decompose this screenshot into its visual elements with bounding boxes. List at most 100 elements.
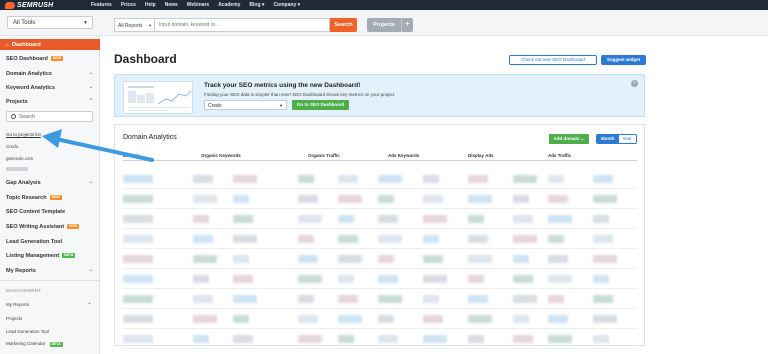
redacted-cell (513, 195, 529, 203)
redacted-cell (193, 315, 217, 323)
sidebar-item-gap-analysis[interactable]: Gap Analysis ⌄ (0, 177, 100, 188)
redacted-cell (233, 235, 257, 243)
nav-link-blog[interactable]: Blog ▾ (249, 2, 264, 8)
reports-select[interactable]: All Reports ▼ (114, 18, 155, 32)
tools-select[interactable]: All Tools ▼ (7, 16, 93, 29)
add-domain-button[interactable]: Add domain ... (549, 134, 589, 144)
nav-link-company[interactable]: Company ▾ (273, 2, 300, 8)
sidebar-item-label: Gap Analysis (6, 179, 41, 186)
sidebar-item-listing-management[interactable]: Listing Management BETA (0, 250, 100, 261)
period-toggle: Month Year (596, 134, 637, 144)
period-month-button[interactable]: Month (597, 135, 619, 143)
redacted-cell (548, 275, 572, 283)
column-header-organic-traffic[interactable]: Organic Traffic (308, 153, 340, 158)
redacted-cell (298, 315, 318, 323)
nav-link-help[interactable]: Help (145, 2, 156, 8)
add-project-icon[interactable]: + (401, 18, 413, 32)
column-header-organic-keywords[interactable]: Organic Keywords (201, 153, 241, 158)
management-marketing-calendar[interactable]: Marketing Calendar BETA (6, 341, 63, 347)
redacted-cell (193, 175, 213, 183)
blurred-project[interactable] (6, 167, 28, 171)
sidebar-item-seo-writing-assistant[interactable]: SEO Writing Assistant NEW (0, 221, 100, 232)
sidebar-item-lead-generation-tool[interactable]: Lead Generation Tool (0, 236, 100, 247)
redacted-cell (468, 195, 492, 203)
column-header-domain[interactable]: Domain (123, 153, 140, 158)
go-to-seo-dashboard-button[interactable]: Go to SEO Dashboard (292, 100, 349, 110)
project-credo[interactable]: Credo (6, 144, 18, 149)
chevron-down-icon: ▼ (148, 23, 152, 28)
table-row[interactable] (123, 269, 637, 289)
sidebar-item-topic-research[interactable]: Topic Research NEW (0, 192, 100, 203)
table-row[interactable] (123, 189, 637, 209)
management-projects[interactable]: Projects (6, 316, 22, 321)
close-icon[interactable]: × (631, 80, 638, 87)
sidebar-item-seo-dashboard[interactable]: SEO Dashboard NEW (0, 53, 100, 64)
banner-title: Track your SEO metrics using the new Das… (204, 82, 361, 89)
nav-link-academy[interactable]: Academy (218, 2, 240, 8)
nav-link-news[interactable]: News (165, 2, 178, 8)
search-button[interactable]: Search (330, 18, 357, 32)
sidebar-item-label: Dashboard (12, 41, 41, 48)
redacted-cell (423, 295, 439, 303)
reports-select-value: All Reports (118, 23, 143, 29)
semrush-logo[interactable]: SEMRUSH (5, 1, 53, 9)
table-row[interactable] (123, 329, 637, 349)
preview-chart-icon (128, 86, 192, 111)
redacted-cell (468, 335, 484, 343)
sidebar-item-label: Projects (6, 98, 28, 105)
sidebar-item-projects[interactable]: Projects ⌃ (0, 96, 100, 107)
redacted-cell (593, 195, 617, 203)
check-new-dashboard-button[interactable]: Check out new SEO Dashboard (509, 55, 597, 65)
table-row[interactable] (123, 309, 637, 329)
redacted-cell (193, 195, 217, 203)
search-input[interactable] (155, 18, 330, 32)
table-row[interactable] (123, 209, 637, 229)
chevron-down-icon: ⌄ (88, 84, 93, 90)
redacted-cell (298, 275, 322, 283)
sidebar-item-seo-content-template[interactable]: SEO Content Template (0, 206, 100, 217)
redacted-cell (298, 215, 322, 223)
column-header-display-ads[interactable]: Display Ads (468, 153, 494, 158)
project-getcredo[interactable]: getcredo.com (6, 156, 33, 161)
nav-link-webinars[interactable]: Webinars (187, 2, 209, 8)
redacted-cell (338, 175, 358, 183)
go-to-projects-link[interactable]: Go to projects list (6, 132, 41, 137)
domain-search: All Reports ▼ Search (114, 18, 357, 32)
table-header: Domain Organic Keywords Organic Traffic … (123, 153, 637, 161)
management-lead-generation[interactable]: Lead Generation Tool (6, 329, 49, 334)
redacted-cell (298, 295, 314, 303)
sidebar-item-label: Domain Analytics (6, 70, 52, 77)
suggest-widget-button[interactable]: Suggest widget (601, 55, 646, 65)
redacted-cell (233, 315, 249, 323)
nav-link-prices[interactable]: Prices (121, 2, 136, 8)
management-my-reports[interactable]: My Reports (6, 302, 29, 307)
redacted-cell (548, 335, 572, 343)
table-row[interactable] (123, 169, 637, 189)
column-header-ads-keywords[interactable]: Ads Keywords (388, 153, 419, 158)
table-row[interactable] (123, 289, 637, 309)
redacted-cell (593, 175, 613, 183)
redacted-cell (338, 215, 354, 223)
projects-search-input[interactable]: Search (6, 111, 93, 122)
sidebar-item-dashboard[interactable]: ⌂ Dashboard (0, 39, 100, 50)
add-report-icon[interactable]: + (88, 301, 91, 307)
projects-button-label: Projects (373, 22, 395, 28)
redacted-cell (193, 255, 217, 263)
period-year-button[interactable]: Year (618, 135, 636, 143)
table-row[interactable] (123, 249, 637, 269)
sidebar-item-keyword-analytics[interactable]: Keyword Analytics ⌄ (0, 82, 100, 93)
sidebar-item-domain-analytics[interactable]: Domain Analytics ⌄ (0, 68, 100, 79)
sidebar-item-my-reports[interactable]: My Reports ⌄ (0, 265, 100, 276)
projects-button[interactable]: Projects + (367, 18, 413, 32)
banner-project-select[interactable]: Credo ▼ (204, 100, 287, 110)
column-header-ads-traffic[interactable]: Ads Traffic (548, 153, 571, 158)
redacted-cell (468, 235, 488, 243)
table-row[interactable] (123, 229, 637, 249)
redacted-cell (123, 315, 153, 323)
nav-link-features[interactable]: Features (91, 2, 112, 8)
redacted-cell (468, 295, 488, 303)
redacted-cell (468, 215, 484, 223)
page-title: Dashboard (114, 52, 177, 66)
redacted-cell (193, 295, 213, 303)
redacted-cell (298, 235, 314, 243)
